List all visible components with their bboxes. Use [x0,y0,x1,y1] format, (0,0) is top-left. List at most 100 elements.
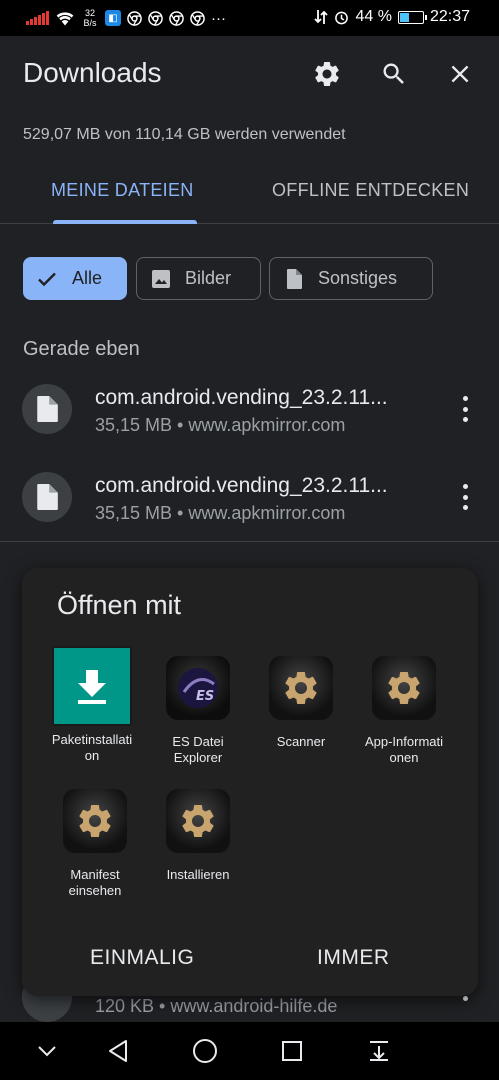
gear-icon [166,789,230,853]
app-label-line: einsehen [68,883,122,898]
chip-all-label: Alle [72,268,103,288]
app-option-scanner[interactable]: Scanner [249,656,353,750]
system-nav-bar [0,1022,499,1080]
net-speed: 32 B/s [81,8,99,28]
notification-pulldown-button[interactable] [364,1036,394,1066]
app-option-install[interactable]: Installieren [146,789,250,883]
app-label-line: Manifest [70,867,120,882]
active-tab-indicator [53,220,197,224]
settings-button[interactable] [311,58,343,90]
gear-icon [315,61,339,86]
home-circle-icon [193,1039,217,1063]
chip-images[interactable]: Bilder [136,257,261,300]
status-bar-right: 44 % 22:37 [314,8,470,26]
pull-down-icon [370,1041,388,1061]
file-row[interactable]: com.android.vending_23.2.11... 35,15 MB … [0,384,499,464]
app-label-line: onen [389,750,419,765]
gear-icon [269,656,333,720]
app-label-line: App-Informati [364,734,444,749]
app-option-es-explorer[interactable]: ES ES Datei Explorer [146,656,250,766]
once-button[interactable]: EINMALIG [90,946,194,970]
image-icon [152,269,170,288]
app-notification-icon: ◧ [105,10,121,26]
status-bar: 32 B/s ◧ ··· 44 % 22:37 [0,0,499,36]
tab-offline-discover[interactable]: OFFLINE ENTDECKEN [272,180,469,201]
download-icon [78,670,106,704]
clock: 22:37 [429,8,470,25]
home-button[interactable] [190,1036,220,1066]
net-speed-unit: B/s [83,18,97,28]
file-icon [37,396,58,422]
chevron-down-icon [38,1046,56,1057]
app-label: App-Informati onen [352,734,456,766]
close-button[interactable] [444,58,476,90]
app-option-package-installer[interactable]: Paketinstallati on [40,646,144,764]
file-meta: 120 KB • www.android-hilfe.de [95,996,338,1016]
file-icon [37,484,58,510]
app-label-line: Explorer [173,750,223,765]
tab-my-files[interactable]: MEINE DATEIEN [51,180,194,201]
always-button[interactable]: IMMER [317,946,390,970]
recents-button[interactable] [277,1036,307,1066]
chip-other[interactable]: Sonstiges [269,257,433,300]
chrome-icon [169,10,184,26]
section-header-just-now: Gerade eben [23,338,140,360]
divider [0,541,499,542]
back-button[interactable] [103,1036,133,1066]
file-row[interactable]: com.android.vending_23.2.11... 35,15 MB … [0,472,499,552]
wifi-icon [56,12,74,26]
chip-other-label: Sonstiges [318,268,398,288]
app-label-line: Scanner [276,734,326,749]
chrome-icon [148,10,163,26]
hide-keyboard-button[interactable] [32,1036,62,1066]
app-label: ES Datei Explorer [146,734,250,766]
open-with-dialog: Öffnen mit Paketinstallati on ES ES Date… [22,568,478,996]
app-label-line: Paketinstallati [51,732,133,747]
chip-images-label: Bilder [185,268,232,288]
battery-icon [397,10,427,24]
chrome-icon [190,10,205,26]
status-bar-left: 32 B/s ◧ ··· [26,8,226,28]
chrome-icon [127,10,142,26]
app-option-app-info[interactable]: App-Informati onen [352,656,456,766]
chip-all[interactable]: Alle [23,257,127,300]
more-options-icon[interactable] [463,996,468,1001]
file-name: com.android.vending_23.2.11... [95,474,388,497]
battery-percent: 44 % [355,8,392,25]
search-button[interactable] [378,58,410,90]
app-label-line: ES Datei [172,734,224,749]
es-explorer-icon: ES [166,656,230,720]
installer-tile [52,646,132,726]
battery-fill [399,12,409,22]
app-label: Installieren [146,867,250,883]
file-icon-badge [22,384,72,434]
file-icon-badge [22,472,72,522]
gear-icon [63,789,127,853]
app-header: Downloads [0,36,499,112]
net-speed-value: 32 [84,8,95,18]
file-meta: 35,15 MB • www.apkmirror.com [95,503,346,523]
more-options-icon[interactable] [455,484,475,510]
svg-text:ES: ES [196,689,214,704]
check-icon [38,272,56,286]
data-transfer-icon [314,10,329,24]
gear-icon [372,656,436,720]
tab-bar: MEINE DATEIEN OFFLINE ENTDECKEN [0,160,499,224]
app-label: Manifest einsehen [43,867,147,899]
close-icon [451,65,469,83]
storage-usage-text: 529,07 MB von 110,14 GB werden verwendet [23,126,346,143]
file-icon [287,268,302,289]
back-triangle-icon [109,1040,127,1062]
search-icon [383,63,404,84]
alarm-clock-icon [335,11,349,24]
cell-signal-icon [26,11,49,25]
app-option-manifest[interactable]: Manifest einsehen [43,789,147,899]
more-options-icon[interactable] [455,396,475,422]
app-label: Paketinstallati on [40,732,144,764]
file-meta: 35,15 MB • www.apkmirror.com [95,415,346,435]
app-label-line: Installieren [166,867,230,882]
app-label-line: on [84,748,100,763]
file-name: com.android.vending_23.2.11... [95,386,388,409]
page-title: Downloads [23,57,162,88]
dialog-title: Öffnen mit [57,590,182,620]
